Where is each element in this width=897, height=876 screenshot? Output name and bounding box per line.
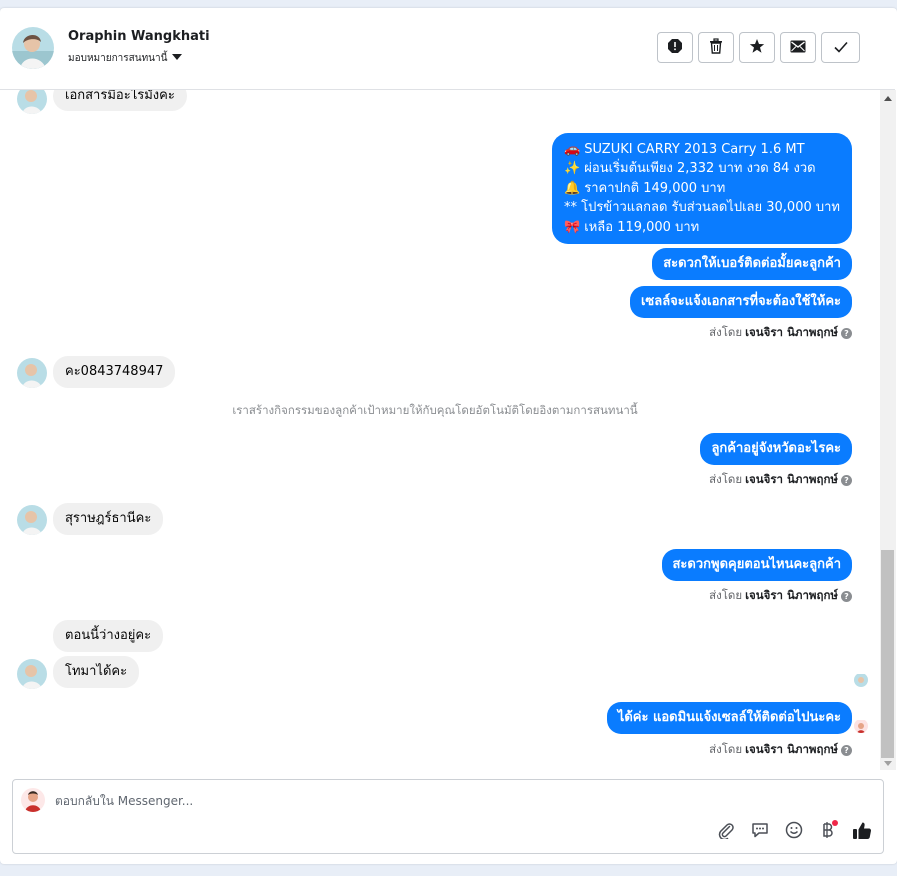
- scroll-up-arrow[interactable]: [884, 96, 892, 101]
- conversation-panel: Oraphin Wangkhati มอบหมายการสนทนานี้ เอก…: [0, 8, 897, 864]
- star-button[interactable]: [739, 32, 775, 63]
- scroll-down-arrow[interactable]: [884, 761, 892, 766]
- sent-by-label: ส่งโดย เจนจิรา นิภาพฤกษ์ ?: [709, 587, 852, 605]
- contact-seen-avatar: [854, 673, 868, 687]
- assign-conversation-dropdown[interactable]: มอบหมายการสนทนานี้: [68, 51, 183, 66]
- thumbs-up-icon: [852, 821, 872, 844]
- listing-line: ✨ ผ่อนเริ่มต้นเพียง 2,332 บาท งวด 84 งวด: [563, 161, 816, 177]
- sent-by-label: ส่งโดย เจนจิรา นิภาพฤกษ์ ?: [709, 471, 852, 489]
- sent-by-label: ส่งโดย เจนจิรา นิภาพฤกษ์ ?: [709, 324, 852, 342]
- contact-name[interactable]: Oraphin Wangkhati: [68, 29, 210, 44]
- assign-label: มอบหมายการสนทนานี้: [68, 53, 168, 64]
- like-button[interactable]: [851, 821, 873, 843]
- listing-line: 🚗 SUZUKI CARRY 2013 Carry 1.6 MT: [563, 142, 805, 157]
- reply-input[interactable]: [55, 794, 655, 808]
- smiley-icon: [785, 821, 803, 843]
- reply-composer[interactable]: [12, 779, 884, 854]
- outgoing-message: สะดวกให้เบอร์ติดต่อมั้ยคะลูกค้า: [652, 248, 852, 280]
- incoming-message: เอกสารมีอะไรมั้งคะ: [53, 90, 187, 111]
- outgoing-listing-message: 🚗 SUZUKI CARRY 2013 Carry 1.6 MT ✨ ผ่อนเ…: [551, 133, 852, 245]
- mark-done-button[interactable]: [821, 32, 860, 63]
- sent-by-agent: เจนจิรา นิภาพฤกษ์: [745, 588, 838, 602]
- incoming-message: สุราษฎร์ธานีคะ: [53, 503, 164, 535]
- envelope-icon: [790, 38, 806, 57]
- conversation-header: Oraphin Wangkhati มอบหมายการสนทนานี้: [0, 8, 895, 90]
- help-icon[interactable]: ?: [841, 474, 852, 486]
- listing-line: ** โปรข้าวแลกลด รับส่วนลดไปเลย 30,000 บา…: [563, 200, 840, 216]
- sent-by-prefix: ส่งโดย: [709, 472, 743, 486]
- delete-button[interactable]: [698, 32, 734, 63]
- sent-by-prefix: ส่งโดย: [709, 742, 743, 756]
- saved-replies-button[interactable]: [749, 821, 771, 843]
- contact-avatar[interactable]: [12, 27, 54, 69]
- help-icon[interactable]: ?: [841, 327, 852, 339]
- notification-dot: [832, 820, 838, 826]
- scroll-thumb[interactable]: [881, 550, 894, 758]
- sent-by-prefix: ส่งโดย: [709, 588, 743, 602]
- help-icon[interactable]: ?: [841, 744, 852, 756]
- sent-by-prefix: ส่งโดย: [709, 325, 743, 339]
- incoming-message: โทมาได้คะ: [53, 656, 140, 688]
- emoji-button[interactable]: [783, 821, 805, 843]
- listing-line: 🎀 เหลือ 119,000 บาท: [563, 219, 700, 235]
- system-note: เราสร้างกิจกรรมของลูกค้าเป้าหมายให้กับคุ…: [232, 403, 638, 417]
- star-icon: [749, 38, 765, 58]
- help-icon[interactable]: ?: [841, 590, 852, 602]
- mark-unread-button[interactable]: [780, 32, 816, 63]
- mark-spam-button[interactable]: [657, 32, 693, 63]
- contact-mini-avatar: [17, 659, 47, 689]
- payment-button[interactable]: [817, 820, 839, 843]
- incoming-message: ตอนนี้ว่างอยู่คะ: [53, 620, 164, 652]
- agent-seen-avatar: [854, 719, 868, 733]
- message-scrollbar[interactable]: [880, 90, 896, 770]
- outgoing-message: ได้ค่ะ แอดมินแจ้งเซลล์ให้ติดต่อไปนะคะ: [606, 702, 852, 734]
- composer-tools: [715, 820, 873, 843]
- trash-icon: [709, 37, 723, 58]
- sent-by-agent: เจนจิรา นิภาพฤกษ์: [745, 742, 838, 756]
- outgoing-message: ลูกค้าอยู่จังหวัดอะไรคะ: [700, 433, 852, 465]
- agent-avatar: [21, 788, 45, 812]
- check-icon: [833, 38, 848, 57]
- contact-mini-avatar: [17, 358, 47, 388]
- paperclip-icon: [717, 821, 735, 843]
- outgoing-message: สะดวกพูดคุยตอนไหนคะลูกค้า: [661, 549, 852, 581]
- contact-mini-avatar: [17, 90, 47, 114]
- listing-line: 🔔 ราคาปกติ 149,000 บาท: [563, 180, 726, 196]
- sent-by-agent: เจนจิรา นิภาพฤกษ์: [745, 325, 838, 339]
- outgoing-message: เซลล์จะแจ้งเอกสารที่จะต้องใช้ให้คะ: [629, 286, 852, 318]
- incoming-message: คะ0843748947: [53, 356, 176, 388]
- sent-by-label: ส่งโดย เจนจิรา นิภาพฤกษ์ ?: [709, 741, 852, 759]
- message-list[interactable]: เอกสารมีอะไรมั้งคะ 🚗 SUZUKI CARRY 2013 C…: [0, 90, 880, 770]
- chat-bubble-icon: [751, 821, 769, 843]
- caret-down-icon: [172, 53, 183, 64]
- attach-button[interactable]: [715, 821, 737, 843]
- contact-mini-avatar: [17, 505, 47, 535]
- header-actions: [657, 32, 860, 63]
- sent-by-agent: เจนจิรา นิภาพฤกษ์: [745, 472, 838, 486]
- spam-icon: [667, 38, 683, 58]
